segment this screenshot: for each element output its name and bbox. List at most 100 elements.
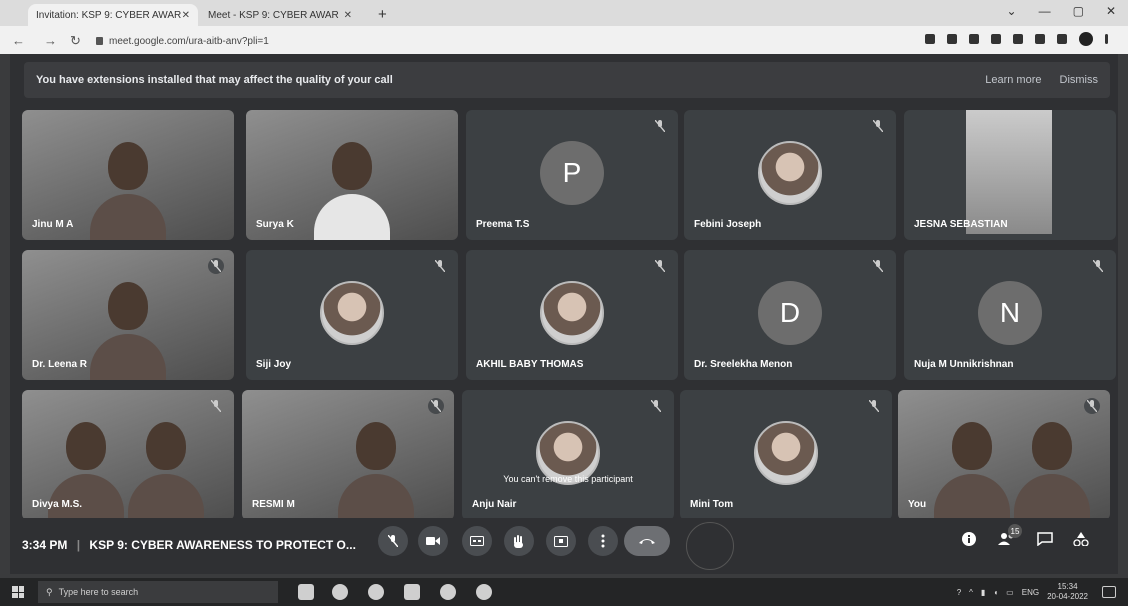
- meet-stage: You have extensions installed that may a…: [10, 54, 1118, 574]
- windows-taskbar: ⚲ Type here to search ? ^ ▮ ◖ ▭ ENG 15:3…: [0, 578, 1128, 606]
- task-view-icon[interactable]: [298, 584, 314, 600]
- mic-off-icon: [866, 398, 882, 414]
- participant-video: [90, 276, 166, 380]
- participant-avatar: [754, 421, 818, 485]
- file-explorer-icon[interactable]: [404, 584, 420, 600]
- dismiss-link[interactable]: Dismiss: [1060, 74, 1099, 86]
- chrome-icon[interactable]: [368, 584, 384, 600]
- participant-tile[interactable]: RESMI M: [242, 390, 454, 520]
- more-icon: [601, 534, 605, 548]
- browser-tab-strip: Invitation: KSP 9: CYBER AWAR ✕ Meet - K…: [0, 0, 1128, 26]
- url-field[interactable]: meet.google.com/ura-aitb-anv?pli=1: [96, 33, 876, 49]
- more-options-button[interactable]: [588, 526, 618, 556]
- meeting-details-button[interactable]: [958, 530, 980, 552]
- window-controls: ⌄ — ▢ ✕: [1007, 4, 1116, 18]
- activities-button[interactable]: [1070, 530, 1092, 552]
- help-icon[interactable]: ?: [957, 588, 961, 597]
- sidepanel-icon[interactable]: [1057, 34, 1067, 44]
- captions-button[interactable]: [462, 526, 492, 556]
- system-tray: ? ^ ▮ ◖ ▭ ENG 15:34 20-04-2022: [957, 582, 1088, 602]
- learn-more-link[interactable]: Learn more: [985, 74, 1041, 86]
- clock-date: 20-04-2022: [1047, 592, 1088, 601]
- participant-tile[interactable]: Siji Joy: [246, 250, 458, 380]
- url-text: meet.google.com/ura-aitb-anv?pli=1: [109, 35, 269, 47]
- mic-off-icon: [1090, 258, 1106, 274]
- mic-off-icon: [648, 398, 664, 414]
- participant-tile[interactable]: Febini Joseph: [684, 110, 896, 240]
- mic-off-icon: [208, 398, 224, 414]
- reload-icon[interactable]: ↻: [70, 33, 81, 49]
- search-icon: ⚲: [46, 586, 53, 597]
- notifications-icon[interactable]: [1102, 586, 1116, 598]
- participant-tile[interactable]: You can't remove this participant Anju N…: [462, 390, 674, 520]
- chevron-up-icon[interactable]: ^: [969, 588, 973, 597]
- present-button[interactable]: [546, 526, 576, 556]
- chat-button[interactable]: [1034, 530, 1056, 552]
- battery-icon[interactable]: ▭: [1006, 588, 1014, 597]
- close-tab-icon[interactable]: ✕: [344, 10, 352, 21]
- puzzle-icon[interactable]: [1035, 34, 1045, 44]
- participant-tile[interactable]: AKHIL BABY THOMAS: [466, 250, 678, 380]
- participant-tile-self[interactable]: You: [898, 390, 1110, 520]
- participant-name: Dr. Leena R: [32, 359, 88, 370]
- bookmark-star-icon[interactable]: [991, 34, 1001, 44]
- search-placeholder: Type here to search: [58, 587, 139, 597]
- language-indicator[interactable]: ENG: [1022, 588, 1039, 597]
- maximize-icon[interactable]: ▢: [1073, 4, 1084, 18]
- participant-avatar: [320, 281, 384, 345]
- chrome-profile-icon[interactable]: [440, 584, 456, 600]
- browser-tab-meet[interactable]: Meet - KSP 9: CYBER AWAR ✕: [200, 4, 360, 26]
- camera-status-icon[interactable]: [925, 34, 935, 44]
- participant-tile[interactable]: N Nuja M Unnikrishnan: [904, 250, 1116, 380]
- close-icon[interactable]: ✕: [1106, 4, 1116, 18]
- end-call-button[interactable]: [624, 526, 670, 556]
- zoom-icon[interactable]: [947, 34, 957, 44]
- mic-off-icon: [428, 398, 444, 414]
- participant-name: Mini Tom: [690, 499, 734, 510]
- participant-name: Surya K: [256, 219, 294, 230]
- new-tab-icon[interactable]: +: [378, 6, 387, 23]
- mic-off-icon: [870, 118, 886, 134]
- participant-tile[interactable]: Dr. Leena R: [22, 250, 234, 380]
- participant-name: AKHIL BABY THOMAS: [476, 359, 584, 370]
- chevron-down-icon[interactable]: ⌄: [1007, 4, 1017, 18]
- activities-icon: [1073, 531, 1089, 551]
- profile-avatar[interactable]: [1079, 32, 1093, 46]
- mic-off-icon: [652, 258, 668, 274]
- back-icon[interactable]: ←: [12, 33, 25, 48]
- edge-icon[interactable]: [332, 584, 348, 600]
- participant-name: JESNA SEBASTIAN: [914, 219, 1008, 230]
- participant-tile[interactable]: Mini Tom: [680, 390, 892, 520]
- taskbar-clock[interactable]: 15:34 20-04-2022: [1047, 582, 1088, 602]
- extension-check-icon[interactable]: [1013, 34, 1023, 44]
- captions-icon: [470, 536, 484, 546]
- participant-tile[interactable]: P Preema T.S: [466, 110, 678, 240]
- extensions-warning-banner: You have extensions installed that may a…: [24, 62, 1110, 98]
- share-icon[interactable]: [969, 34, 979, 44]
- windows-start-icon[interactable]: [12, 586, 24, 598]
- mic-toggle-button[interactable]: [378, 526, 408, 556]
- people-button[interactable]: 15: [996, 524, 1022, 552]
- participant-tile[interactable]: D Dr. Sreelekha Menon: [684, 250, 896, 380]
- volume-icon[interactable]: ◖: [993, 588, 998, 597]
- participant-video: [128, 416, 204, 520]
- camera-icon: [426, 536, 440, 546]
- app-icon[interactable]: [476, 584, 492, 600]
- close-tab-icon[interactable]: ✕: [182, 10, 190, 21]
- participant-name: Nuja M Unnikrishnan: [914, 359, 1014, 370]
- banner-message: You have extensions installed that may a…: [36, 74, 393, 86]
- network-icon[interactable]: ▮: [981, 588, 985, 597]
- lock-icon: [96, 37, 103, 45]
- forward-icon[interactable]: →: [44, 33, 57, 48]
- kebab-menu-icon[interactable]: [1105, 34, 1108, 44]
- participant-tile[interactable]: Surya K: [246, 110, 458, 240]
- clock-time: 15:34: [1057, 582, 1078, 591]
- browser-tab-invitation[interactable]: Invitation: KSP 9: CYBER AWAR ✕: [28, 4, 198, 26]
- camera-toggle-button[interactable]: [418, 526, 448, 556]
- participant-tile[interactable]: Divya M.S.: [22, 390, 234, 520]
- participant-tile[interactable]: Jinu M A: [22, 110, 234, 240]
- participant-tile[interactable]: JESNA SEBASTIAN: [904, 110, 1116, 240]
- minimize-icon[interactable]: —: [1039, 4, 1051, 18]
- raise-hand-button[interactable]: [504, 526, 534, 556]
- taskbar-search-box[interactable]: ⚲ Type here to search: [38, 581, 278, 603]
